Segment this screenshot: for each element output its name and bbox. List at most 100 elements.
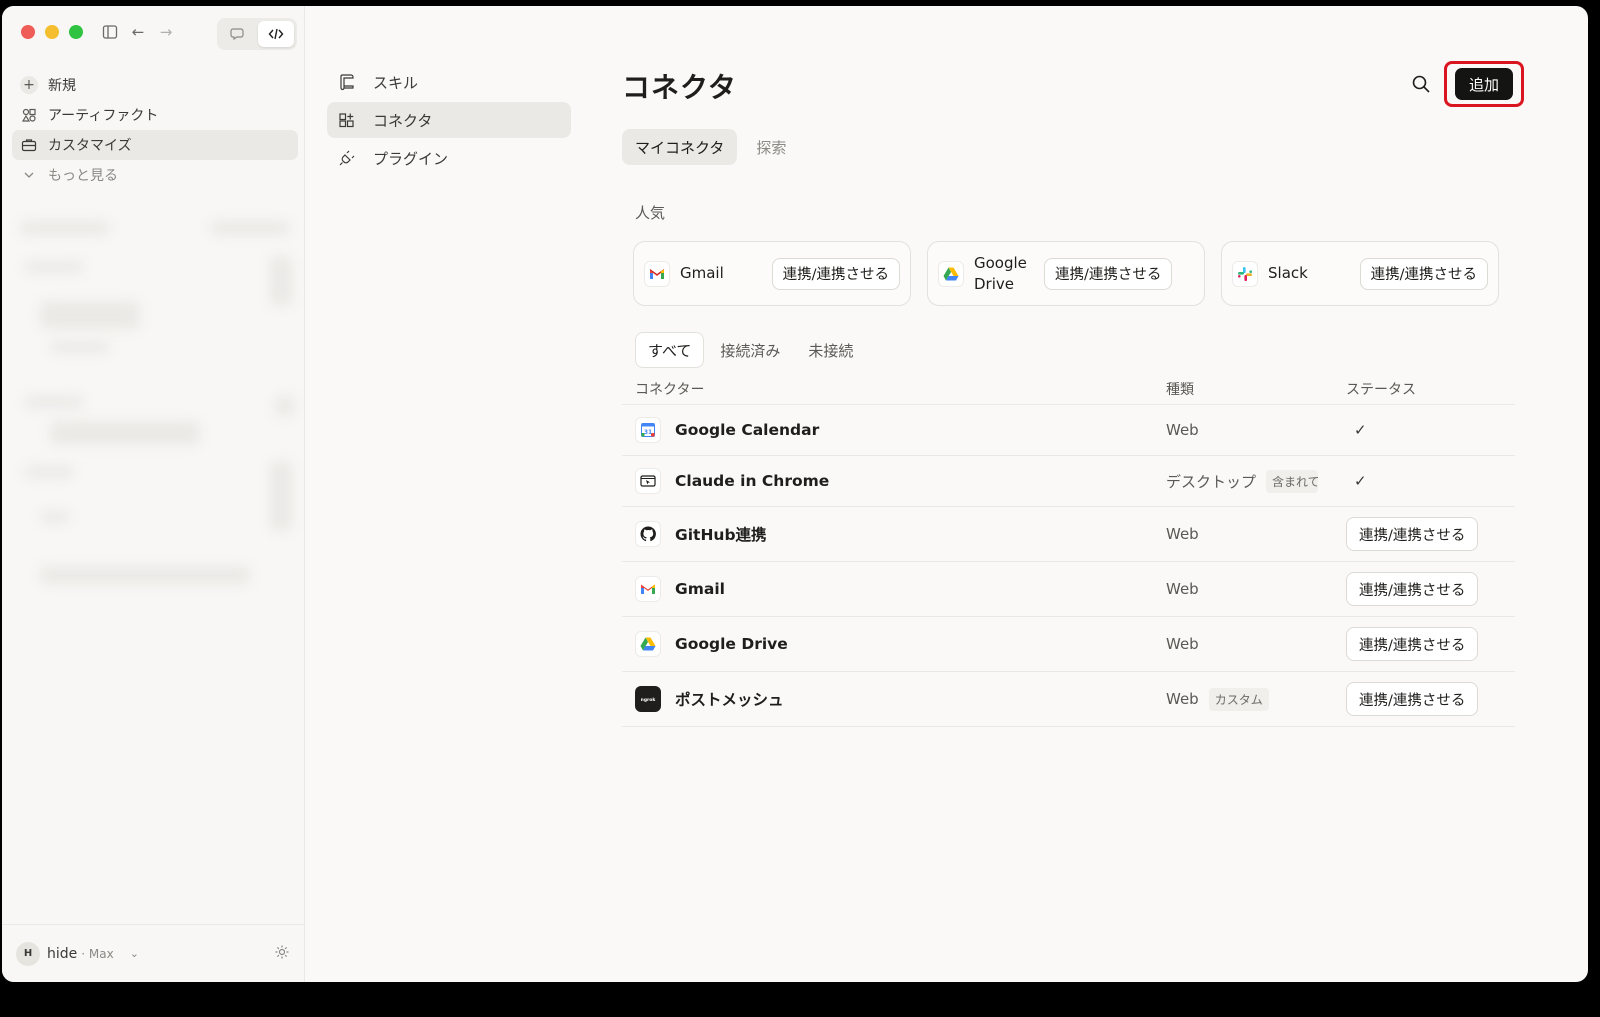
connector-type: Web bbox=[1166, 525, 1199, 543]
popular-section-label: 人気 bbox=[635, 204, 666, 222]
connector-name: Claude in Chrome bbox=[675, 472, 830, 490]
grid-plus-icon bbox=[337, 110, 357, 130]
sidebar-item-new[interactable]: + 新規 bbox=[12, 70, 298, 100]
table-row[interactable]: Claude in Chrome デスクトップ 含まれて ✓ bbox=[622, 456, 1515, 507]
subnav-label: コネクタ bbox=[373, 111, 433, 130]
filter-connected[interactable]: 接続済み bbox=[708, 332, 792, 368]
gmail-icon bbox=[635, 576, 661, 602]
subnav-label: スキル bbox=[373, 73, 419, 92]
search-icon[interactable] bbox=[1407, 70, 1435, 98]
status-connected-check: ✓ bbox=[1354, 472, 1367, 490]
table-row[interactable]: 31 Google Calendar Web ✓ bbox=[622, 405, 1515, 456]
connect-button[interactable]: 連携/連携させる bbox=[1346, 627, 1479, 661]
tab-my-connectors[interactable]: マイコネクタ bbox=[622, 129, 738, 165]
blurred-recent-list bbox=[10, 211, 300, 603]
svg-text:31: 31 bbox=[644, 429, 652, 436]
plus-icon: + bbox=[20, 76, 38, 94]
table-row[interactable]: Gmail Web 連携/連携させる bbox=[622, 562, 1515, 617]
connectors-table: コネクター 種類 ステータス 31 Google Calendar Web ✓ bbox=[622, 374, 1515, 727]
column-header-name: コネクター bbox=[635, 382, 705, 398]
subnav-item-connectors[interactable]: コネクタ bbox=[327, 102, 571, 138]
google-calendar-icon: 31 bbox=[635, 417, 661, 443]
close-window-button[interactable] bbox=[21, 25, 35, 39]
minimize-window-button[interactable] bbox=[45, 25, 59, 39]
svg-text:ngrok: ngrok bbox=[641, 697, 657, 703]
connect-button[interactable]: 連携/連携させる bbox=[1346, 517, 1479, 551]
code-mode-icon[interactable] bbox=[258, 21, 294, 47]
subnav-item-plugins[interactable]: プラグイン bbox=[327, 140, 571, 176]
scroll-icon bbox=[337, 72, 357, 92]
sidebar: ← → + 新規 アーティファクト カスタマイズ もっと見る H hide · … bbox=[2, 6, 305, 982]
chevron-down-icon: ⌄ bbox=[129, 947, 139, 960]
connector-name: Google Drive bbox=[675, 635, 788, 653]
back-arrow-icon[interactable]: ← bbox=[128, 22, 148, 42]
slack-icon bbox=[1232, 260, 1258, 287]
connector-name: Gmail bbox=[675, 580, 725, 598]
connect-button[interactable]: 連携/連携させる bbox=[1044, 257, 1173, 290]
connector-name: GitHub連携 bbox=[675, 526, 767, 544]
window-controls bbox=[21, 25, 83, 39]
connector-type: Web bbox=[1166, 580, 1199, 598]
user-plan: · Max bbox=[81, 946, 114, 961]
connector-type: デスクトップ bbox=[1166, 472, 1257, 491]
tab-explore[interactable]: 探索 bbox=[743, 129, 799, 165]
custom-badge: カスタム bbox=[1208, 687, 1269, 711]
connect-button[interactable]: 連携/連携させる bbox=[1346, 572, 1479, 606]
connector-name: Google Drive bbox=[974, 253, 1027, 293]
google-drive-icon bbox=[938, 260, 964, 287]
subnav-label: プラグイン bbox=[373, 149, 449, 168]
column-header-status: ステータス bbox=[1346, 382, 1416, 398]
chat-mode-icon[interactable] bbox=[220, 21, 256, 47]
connector-name: Google Calendar bbox=[675, 421, 820, 439]
gmail-icon bbox=[644, 260, 670, 287]
filter-not-connected[interactable]: 未接続 bbox=[796, 332, 865, 368]
connect-button[interactable]: 連携/連携させる bbox=[771, 257, 900, 290]
included-badge: 含まれて bbox=[1266, 469, 1319, 493]
connector-tabs: マイコネクタ 探索 bbox=[622, 129, 799, 165]
status-filters: すべて 接続済み 未接続 bbox=[635, 332, 865, 368]
settings-icon[interactable] bbox=[274, 944, 290, 964]
sidebar-item-label: アーティファクト bbox=[48, 108, 159, 124]
sidebar-item-label: カスタマイズ bbox=[48, 138, 132, 154]
connect-button[interactable]: 連携/連携させる bbox=[1346, 682, 1479, 716]
titlebar-toolbar: ← → bbox=[100, 22, 176, 42]
sidebar-item-artifacts[interactable]: アーティファクト bbox=[12, 100, 298, 130]
connector-type: Web bbox=[1166, 690, 1199, 708]
connector-name: ポストメッシュ bbox=[675, 691, 784, 709]
table-row[interactable]: GitHub連携 Web 連携/連携させる bbox=[622, 507, 1515, 562]
connector-type: Web bbox=[1166, 635, 1199, 653]
add-button[interactable]: 追加 bbox=[1455, 68, 1513, 100]
sidebar-toggle-icon[interactable] bbox=[100, 22, 120, 42]
subnav-item-skills[interactable]: スキル bbox=[327, 64, 571, 100]
table-row[interactable]: ngrok ポストメッシュ Web カスタム 連携/連携させる bbox=[622, 672, 1515, 727]
browser-cursor-icon bbox=[635, 468, 661, 494]
connector-type: Web bbox=[1166, 421, 1199, 439]
sidebar-item-more[interactable]: もっと見る bbox=[12, 160, 298, 190]
briefcase-icon bbox=[20, 136, 38, 154]
add-button-highlight: 追加 bbox=[1444, 61, 1524, 107]
forward-arrow-icon[interactable]: → bbox=[156, 22, 176, 42]
connector-name: Slack bbox=[1268, 264, 1308, 282]
popular-connectors: Gmail 連携/連携させる Google Drive 連携/連携させる Sla… bbox=[633, 241, 1499, 306]
sidebar-nav: + 新規 アーティファクト カスタマイズ もっと見る bbox=[12, 70, 298, 190]
main-content: コネクタ 追加 マイコネクタ 探索 人気 Gmail 連携/連携させる Goog… bbox=[622, 6, 1524, 982]
popular-card-gmail: Gmail 連携/連携させる bbox=[633, 241, 911, 306]
table-header: コネクター 種類 ステータス bbox=[622, 374, 1515, 405]
github-icon bbox=[635, 521, 661, 547]
table-row[interactable]: Google Drive Web 連携/連携させる bbox=[622, 617, 1515, 672]
google-drive-icon bbox=[635, 631, 661, 657]
chevron-down-icon bbox=[20, 166, 38, 184]
app-window: ← → + 新規 アーティファクト カスタマイズ もっと見る H hide · … bbox=[2, 6, 1588, 982]
filter-all[interactable]: すべて bbox=[635, 332, 705, 368]
sidebar-item-label: 新規 bbox=[48, 78, 76, 94]
popular-card-slack: Slack 連携/連携させる bbox=[1221, 241, 1499, 306]
sidebar-item-customize[interactable]: カスタマイズ bbox=[12, 130, 298, 160]
column-header-type: 種類 bbox=[1166, 382, 1194, 398]
ngrok-icon: ngrok bbox=[635, 686, 661, 712]
page-title: コネクタ bbox=[622, 71, 737, 104]
customize-subnav: スキル コネクタ プラグイン bbox=[327, 64, 571, 178]
user-footer[interactable]: H hide · Max ⌄ bbox=[2, 924, 304, 982]
connect-button[interactable]: 連携/連携させる bbox=[1359, 257, 1488, 290]
maximize-window-button[interactable] bbox=[69, 25, 83, 39]
avatar: H bbox=[16, 941, 40, 966]
